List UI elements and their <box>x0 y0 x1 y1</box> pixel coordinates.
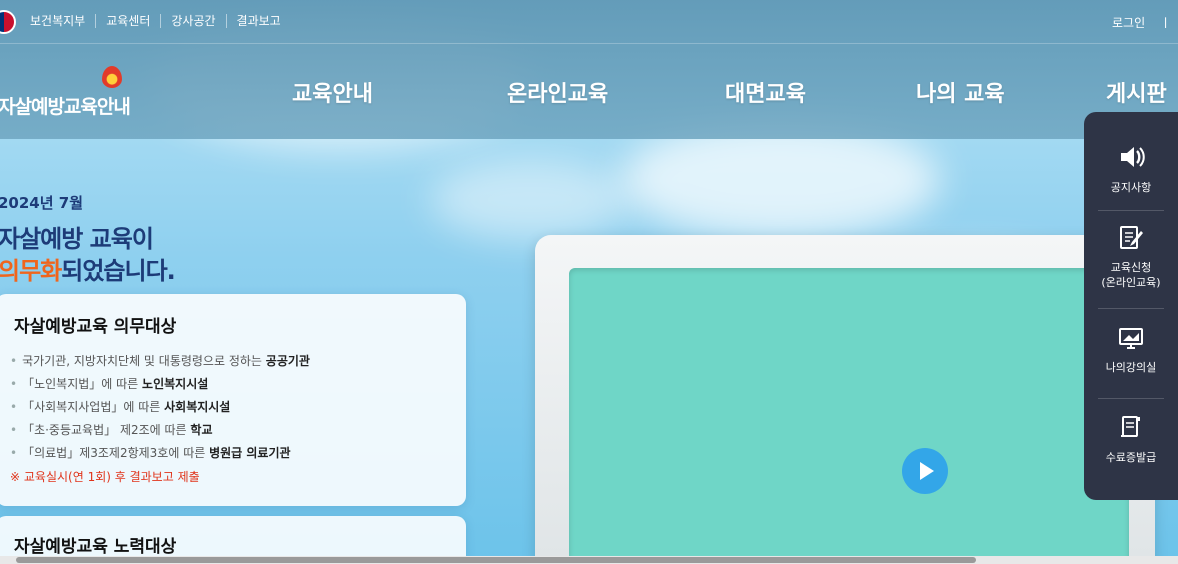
main-navigation: 교육안내 온라인교육 대면교육 나의 교육 게시판 <box>0 76 1178 108</box>
play-button[interactable] <box>902 448 948 494</box>
divider <box>1098 210 1164 211</box>
cloud-decoration <box>430 160 630 240</box>
card-title: 자살예방교육 의무대상 <box>14 317 177 337</box>
list-item: • 「초·중등교육법」 제2조에 따른 학교 <box>10 423 213 437</box>
quick-menu: 공지사항 교육신청 (온라인교육) 나의강의실 수료증발급 <box>1084 112 1178 500</box>
hero-date: 2024년 7월 <box>0 194 84 212</box>
list-item: • 「사회복지사업법」에 따른 사회복지시설 <box>10 400 231 414</box>
nav-board[interactable]: 게시판 <box>1106 76 1167 108</box>
hero-headline-line2: 의무화되었습니다. <box>0 251 176 286</box>
login-link[interactable]: 로그인 <box>1112 14 1145 31</box>
divider <box>1098 308 1164 309</box>
quick-notice[interactable]: 공지사항 <box>1084 142 1178 195</box>
link-instructor-space[interactable]: 강사공간 <box>160 14 225 28</box>
report-notice: ※ 교육실시(연 1회) 후 결과보고 제출 <box>10 470 200 484</box>
utility-bar: 보건복지부 교육센터 강사공간 결과보고 로그인 ㅣ <box>0 0 1178 44</box>
hero-headline-line1: 자살예방 교육이 <box>0 225 154 253</box>
edit-document-icon <box>1084 224 1178 252</box>
government-emblem-icon <box>0 10 16 34</box>
link-ministry[interactable]: 보건복지부 <box>30 14 95 28</box>
link-education-center[interactable]: 교육센터 <box>95 14 160 28</box>
list-item: • 「의료법」제3조제2항제3호에 따른 병원급 의료기관 <box>10 446 291 460</box>
hero-highlight: 의무화 <box>0 257 62 285</box>
monitor-icon <box>1084 326 1178 352</box>
nav-my-education[interactable]: 나의 교육 <box>916 76 1005 108</box>
quick-my-classroom[interactable]: 나의강의실 <box>1084 326 1178 375</box>
card-title: 자살예방교육 노력대상 <box>14 537 177 557</box>
quick-certificate[interactable]: 수료증발급 <box>1084 414 1178 465</box>
hero-headline-rest: 되었습니다. <box>61 257 176 285</box>
mandatory-target-card: 자살예방교육 의무대상 • 국가기관, 지방자치단체 및 대통령령으로 정하는 공… <box>0 294 466 506</box>
list-item: • 「노인복지법」에 따른 노인복지시설 <box>10 377 209 391</box>
speaker-icon <box>1084 142 1178 172</box>
mandatory-target-list: • 국가기관, 지방자치단체 및 대통령령으로 정하는 공공기관 • 「노인복지법」… <box>10 350 310 465</box>
horizontal-scrollbar[interactable] <box>0 556 1178 564</box>
video-screen[interactable] <box>569 268 1129 564</box>
list-item: • 국가기관, 지방자치단체 및 대통령령으로 정하는 공공기관 <box>10 354 310 368</box>
nav-education-info[interactable]: 교육안내 <box>292 76 373 108</box>
nav-offline-education[interactable]: 대면교육 <box>725 76 806 108</box>
nav-online-education[interactable]: 온라인교육 <box>507 76 608 108</box>
scrollbar-thumb[interactable] <box>16 557 976 563</box>
divider <box>1098 398 1164 399</box>
link-result-report[interactable]: 결과보고 <box>225 14 291 28</box>
play-icon <box>920 462 934 480</box>
quick-apply-education[interactable]: 교육신청 (온라인교육) <box>1084 224 1178 290</box>
certificate-icon <box>1084 414 1178 442</box>
utility-links: 보건복지부 교육센터 강사공간 결과보고 <box>30 14 291 28</box>
utility-separator: ㅣ <box>1160 16 1172 30</box>
site-header: 보건복지부 교육센터 강사공간 결과보고 로그인 ㅣ 자살예방교육안내 교육안내… <box>0 0 1178 139</box>
